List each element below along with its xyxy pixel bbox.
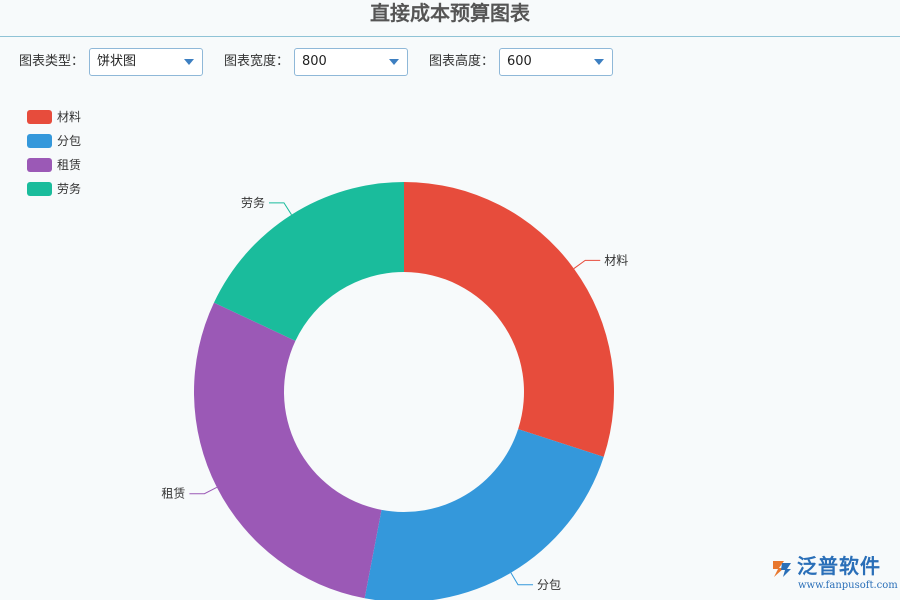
donut-slice-3[interactable] (193, 302, 382, 599)
donut-chart: 材料分包 租赁 劳务 (161, 182, 628, 600)
legend-label: 材料 (57, 110, 82, 124)
legend-label: 分包 (57, 134, 82, 148)
label-leader-line (189, 486, 218, 495)
donut-slice-1[interactable] (404, 182, 614, 457)
slice-label: 劳务 (241, 195, 265, 210)
slice-label: 分包 (537, 578, 561, 592)
label-leader-line (268, 202, 292, 215)
legend-swatch (27, 134, 52, 148)
legend-swatch (27, 158, 52, 172)
legend-swatch (27, 110, 52, 124)
donut-slice-2[interactable] (364, 429, 604, 600)
slice-label: 租赁 (161, 487, 185, 501)
logo-icon (773, 561, 791, 577)
slice-label: 材料 (604, 253, 628, 267)
label-leader-line (573, 259, 601, 269)
legend-label: 租赁 (57, 158, 82, 172)
label-leader-line (510, 572, 534, 586)
brand-logo: 泛普软件 www.fanpusoft.com (770, 553, 898, 595)
logo-url: www.fanpusoft.com (798, 580, 898, 591)
logo-name: 泛普软件 (797, 554, 881, 578)
legend-label: 劳务 (57, 182, 82, 196)
legend-swatch (27, 182, 52, 196)
